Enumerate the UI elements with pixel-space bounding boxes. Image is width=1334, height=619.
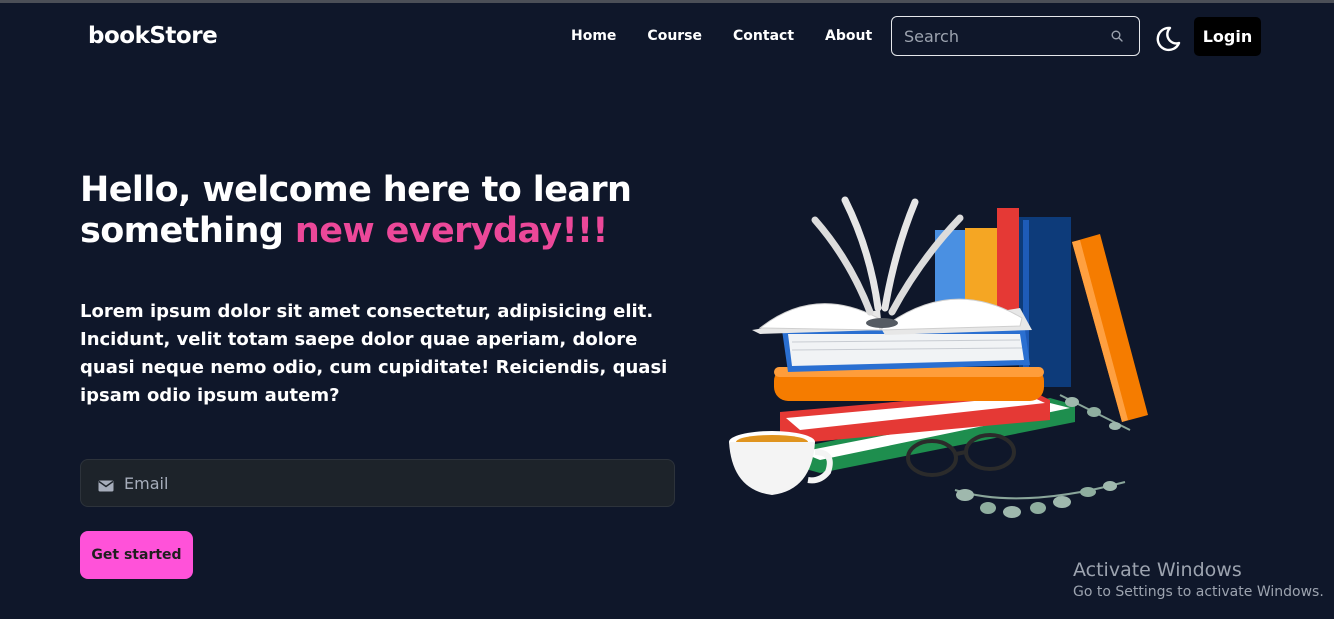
nav-link-about[interactable]: About <box>825 28 872 44</box>
nav-link-contact[interactable]: Contact <box>733 28 794 44</box>
hero-description: Lorem ipsum dolor sit amet consectetur, … <box>80 301 668 406</box>
hero-title: Hello, welcome here to learn something n… <box>80 170 640 252</box>
mail-icon <box>98 477 114 492</box>
activate-windows-title: Activate Windows <box>1073 559 1242 581</box>
search-box <box>891 16 1140 56</box>
get-started-button[interactable]: Get started <box>80 531 193 579</box>
hero-title-accent: new everyday!!! <box>294 211 608 251</box>
search-input[interactable] <box>892 25 1106 47</box>
navbar: bookStore Home Course Contact About Logi… <box>0 3 1334 73</box>
books-illustration <box>720 190 1160 535</box>
activate-windows-subtitle: Go to Settings to activate Windows. <box>1073 584 1324 600</box>
nav-link-home[interactable]: Home <box>571 28 616 44</box>
search-icon[interactable] <box>1106 24 1127 48</box>
email-field <box>80 459 675 507</box>
email-input[interactable] <box>122 472 674 494</box>
nav-links: Home Course Contact About <box>571 28 903 44</box>
nav-link-course[interactable]: Course <box>647 28 702 44</box>
moon-icon[interactable] <box>1154 25 1182 53</box>
login-button[interactable]: Login <box>1194 17 1261 56</box>
logo[interactable]: bookStore <box>88 23 218 49</box>
